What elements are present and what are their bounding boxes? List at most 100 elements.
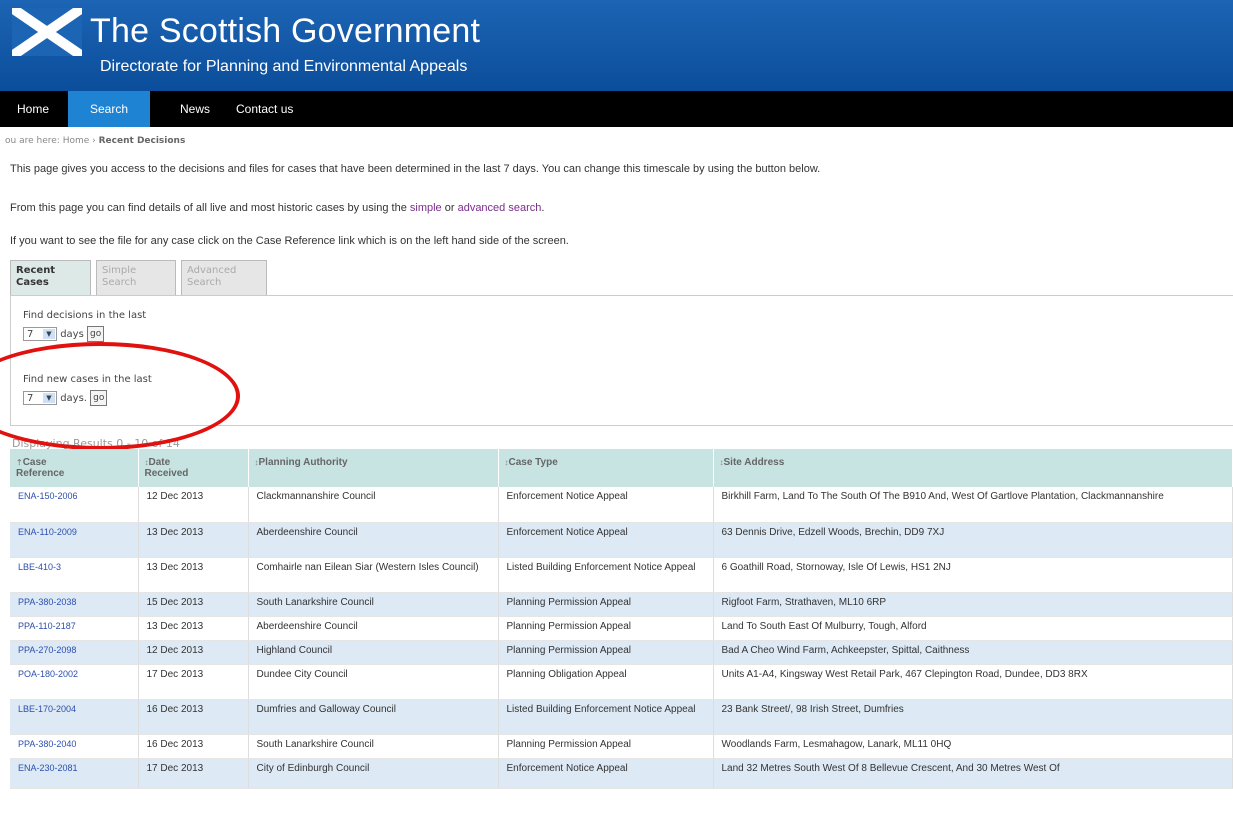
new-cases-days-select[interactable]: 7 ▼ [23,391,57,405]
nav-news[interactable]: News [180,91,210,127]
case-type: Planning Permission Appeal [498,592,714,617]
select-value: 7 [27,329,34,340]
days-label: days. [60,393,87,404]
sort-up-icon: ⇡ [16,458,23,467]
date-received: 12 Dec 2013 [138,487,249,523]
table-row: PPA-380-2040 16 Dec 2013 South Lanarkshi… [10,734,1233,759]
tab-label: Advanced [187,265,237,276]
nav-contact-us[interactable]: Contact us [236,91,293,127]
results-table: ⇡Case Reference ↕Date Received ↕Planning A… [10,449,1233,789]
date-received: 16 Dec 2013 [138,699,249,735]
table-row: PPA-110-2187 13 Dec 2013 Aberdeenshire C… [10,616,1233,641]
header-label: Reference [16,468,65,479]
site-title[interactable]: The Scottish Government [90,12,480,51]
nav-search[interactable]: Search [68,91,150,127]
breadcrumb-prefix: ou are here: [5,136,60,146]
table-row: ENA-230-2081 17 Dec 2013 City of Edinbur… [10,758,1233,789]
tab-simple-search[interactable]: Simple Search [96,260,176,295]
find-new-cases-label: Find new cases in the last [23,374,152,385]
site-address: Land 32 Metres South West Of 8 Bellevue … [713,758,1233,789]
case-type: Planning Permission Appeal [498,734,714,759]
case-reference-link[interactable]: PPA-380-2040 [10,734,139,759]
intro-text: From this page you can find details of a… [10,202,407,214]
site-address: Land To South East Of Mulburry, Tough, A… [713,616,1233,641]
tab-label: Simple [102,265,137,276]
site-subtitle: Directorate for Planning and Environment… [100,58,468,75]
date-received: 13 Dec 2013 [138,522,249,558]
case-reference-link[interactable]: LBE-410-3 [10,557,139,593]
intro-paragraph-2: From this page you can find details of a… [10,202,544,214]
saltire-logo-icon[interactable] [12,8,82,56]
case-reference-link[interactable]: ENA-110-2009 [10,522,139,558]
planning-authority: Highland Council [248,640,499,665]
simple-search-link[interactable]: simple [410,202,442,214]
header-label: Date [148,457,171,468]
intro-text: . [541,202,545,214]
column-header-date-received[interactable]: ↕Date Received [138,449,249,487]
case-type: Planning Permission Appeal [498,640,714,665]
table-row: PPA-380-2038 15 Dec 2013 South Lanarkshi… [10,592,1233,617]
days-label: days [60,329,84,340]
site-address: Bad A Cheo Wind Farm, Achkeepster, Spitt… [713,640,1233,665]
date-received: 12 Dec 2013 [138,640,249,665]
site-address: Birkhill Farm, Land To The South Of The … [713,487,1233,523]
intro-paragraph-3: If you want to see the file for any case… [10,235,569,247]
main-nav: Home Search News Contact us [0,91,1233,127]
breadcrumb: ou are here: Home › Recent Decisions [5,136,185,146]
column-header-planning-authority[interactable]: ↕Planning Authority [248,449,499,487]
header-label: Planning Authority [258,457,348,468]
planning-authority: South Lanarkshire Council [248,592,499,617]
table-row: ENA-150-2006 12 Dec 2013 Clackmannanshir… [10,487,1233,523]
table-header-row: ⇡Case Reference ↕Date Received ↕Planning A… [10,449,1233,487]
planning-authority: Aberdeenshire Council [248,522,499,558]
case-type: Enforcement Notice Appeal [498,522,714,558]
date-received: 16 Dec 2013 [138,734,249,759]
tab-advanced-search[interactable]: Advanced Search [181,260,267,295]
tab-label: Search [187,277,222,288]
case-reference-link[interactable]: PPA-270-2098 [10,640,139,665]
table-row: PPA-270-2098 12 Dec 2013 Highland Counci… [10,640,1233,665]
breadcrumb-separator: › [92,136,96,146]
planning-authority: Dumfries and Galloway Council [248,699,499,735]
breadcrumb-home[interactable]: Home [63,136,90,146]
case-type: Enforcement Notice Appeal [498,487,714,523]
column-header-site-address[interactable]: ↕Site Address [713,449,1233,487]
planning-authority: Clackmannanshire Council [248,487,499,523]
case-reference-link[interactable]: ENA-150-2006 [10,487,139,523]
nav-home[interactable]: Home [17,91,49,127]
intro-text: or [444,202,455,214]
table-row: POA-180-2002 17 Dec 2013 Dundee City Cou… [10,664,1233,700]
case-reference-link[interactable]: LBE-170-2004 [10,699,139,735]
find-new-cases-row: 7 ▼ days. go [23,390,108,406]
date-received: 13 Dec 2013 [138,616,249,641]
intro-paragraph-1: This page gives you access to the decisi… [10,163,821,175]
date-received: 17 Dec 2013 [138,664,249,700]
table-row: LBE-170-2004 16 Dec 2013 Dumfries and Ga… [10,699,1233,735]
find-decisions-label: Find decisions in the last [23,310,147,321]
case-reference-link[interactable]: PPA-380-2038 [10,592,139,617]
advanced-search-link[interactable]: advanced search [458,202,542,214]
tab-label: Search [102,277,137,288]
planning-authority: Aberdeenshire Council [248,616,499,641]
tab-recent-cases[interactable]: Recent Cases [10,260,91,295]
tab-label: Recent [16,265,56,276]
header-label: Case Type [508,457,558,468]
decisions-days-select[interactable]: 7 ▼ [23,327,57,341]
planning-authority: South Lanarkshire Council [248,734,499,759]
column-header-case-reference[interactable]: ⇡Case Reference [10,449,139,487]
table-row: ENA-110-2009 13 Dec 2013 Aberdeenshire C… [10,522,1233,558]
planning-authority: Comhairle nan Eilean Siar (Western Isles… [248,557,499,593]
column-header-case-type[interactable]: ↕Case Type [498,449,714,487]
site-address: 6 Goathill Road, Stornoway, Isle Of Lewi… [713,557,1233,593]
case-reference-link[interactable]: POA-180-2002 [10,664,139,700]
breadcrumb-current: Recent Decisions [98,136,186,146]
case-reference-link[interactable]: ENA-230-2081 [10,758,139,789]
case-type: Enforcement Notice Appeal [498,758,714,789]
header-label: Received [144,468,189,479]
date-received: 15 Dec 2013 [138,592,249,617]
new-cases-go-button[interactable]: go [90,390,108,406]
case-reference-link[interactable]: PPA-110-2187 [10,616,139,641]
decisions-go-button[interactable]: go [86,326,105,342]
date-received: 13 Dec 2013 [138,557,249,593]
table-row: LBE-410-3 13 Dec 2013 Comhairle nan Eile… [10,557,1233,593]
